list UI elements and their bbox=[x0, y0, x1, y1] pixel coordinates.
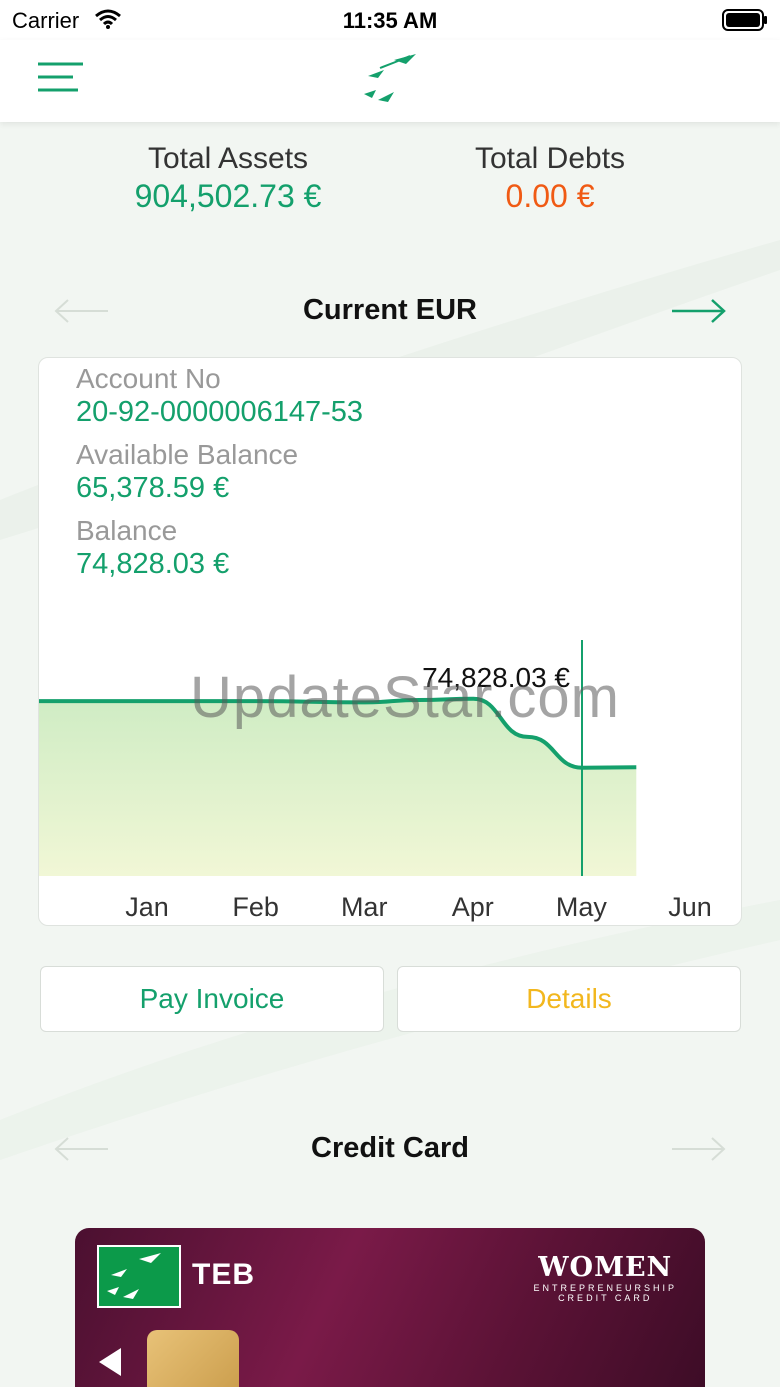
x-tick-label: Feb bbox=[232, 892, 279, 922]
card-chip-icon bbox=[147, 1330, 239, 1387]
pay-invoice-button[interactable]: Pay Invoice bbox=[40, 966, 384, 1032]
x-tick-label: Mar bbox=[341, 892, 388, 922]
card-product-line1: WOMEN bbox=[538, 1252, 673, 1283]
card-left-triangle-icon bbox=[99, 1348, 121, 1376]
total-debts-value: 0.00 € bbox=[505, 178, 595, 214]
account-header: Current EUR bbox=[0, 286, 780, 336]
card-product-line2: ENTREPRENEURSHIP bbox=[533, 1283, 677, 1293]
balance-chart: 74,828.03 € Jan Feb Mar Apr May Jun bbox=[39, 640, 712, 922]
total-assets-value: 904,502.73 € bbox=[134, 178, 322, 214]
menu-icon[interactable] bbox=[36, 60, 86, 98]
credit-card-image[interactable]: TEB WOMEN ENTREPRENEURSHIP CREDIT CARD bbox=[75, 1228, 705, 1387]
status-bar: Carrier 11:35 AM bbox=[0, 0, 780, 40]
total-debts: Total Debts 0.00 € bbox=[400, 142, 700, 215]
nav-bar bbox=[0, 40, 780, 122]
x-tick-label: Jan bbox=[125, 892, 169, 922]
x-tick-label: Apr bbox=[452, 892, 494, 922]
account-title: Current EUR bbox=[302, 294, 477, 326]
total-debts-label: Total Debts bbox=[474, 142, 626, 175]
total-assets: Total Assets 904,502.73 € bbox=[78, 142, 378, 215]
bank-logo-icon bbox=[364, 54, 416, 102]
battery-icon bbox=[722, 9, 767, 31]
card-brand: TEB bbox=[192, 1258, 255, 1291]
account-card[interactable]: Account No 20-92-0000006147-53 Available… bbox=[38, 357, 742, 926]
x-tick-label: May bbox=[556, 892, 608, 922]
clock: 11:35 AM bbox=[342, 8, 438, 33]
details-button[interactable]: Details bbox=[397, 966, 741, 1032]
next-account-arrow-icon[interactable] bbox=[668, 296, 728, 326]
credit-card-header: Credit Card bbox=[0, 1124, 780, 1174]
credit-card-title: Credit Card bbox=[311, 1132, 469, 1164]
watermark-text: UpdateStar.com bbox=[190, 665, 620, 730]
card-product-line3: CREDIT CARD bbox=[558, 1293, 653, 1303]
total-assets-label: Total Assets bbox=[147, 142, 309, 175]
card-product-name: WOMEN ENTREPRENEURSHIP CREDIT CARD bbox=[533, 1252, 677, 1303]
next-card-arrow-icon[interactable] bbox=[668, 1134, 728, 1164]
teb-logo-icon bbox=[97, 1245, 181, 1308]
x-tick-label: Jun bbox=[668, 892, 712, 922]
